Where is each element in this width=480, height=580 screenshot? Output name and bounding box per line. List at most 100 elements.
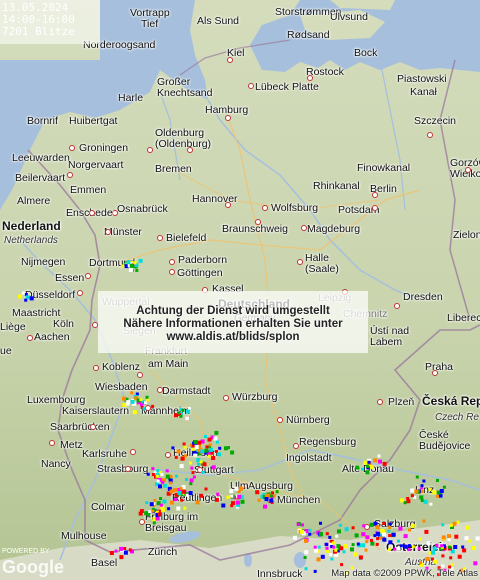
lightning-map[interactable]: Vortrapp Tief Als Sund Storstrømmen Ulvsund R… (0, 0, 480, 580)
lightning-strike (175, 474, 178, 478)
lightning-strike (391, 532, 396, 537)
lightning-strike (350, 547, 354, 552)
lightning-strike (353, 552, 358, 557)
lightning-strike (208, 447, 213, 452)
lightning-strike (217, 452, 222, 457)
lightning-strike (129, 263, 134, 268)
lightning-strike (410, 523, 415, 528)
lightning-strike (361, 467, 364, 471)
lightning-strike (442, 485, 446, 489)
lightning-strike (177, 411, 180, 415)
lightning-strike (304, 550, 309, 555)
lightning-strike (25, 295, 30, 300)
notice-line-1: Achtung der Dienst wird umgestellt (136, 305, 330, 317)
lightning-strike (407, 548, 411, 552)
lightning-strike (354, 533, 359, 538)
lightning-strike (191, 447, 195, 451)
lightning-strike (369, 522, 374, 527)
lightning-strike (423, 499, 428, 504)
map-copyright: Map data ©2009 PPWK, Tele Atlas (331, 568, 478, 579)
lightning-strike (432, 490, 437, 495)
lightning-strike (158, 484, 162, 489)
lightning-strike (382, 537, 387, 542)
lightning-strike (139, 398, 143, 402)
lightning-strike (155, 474, 159, 478)
lightning-strike (128, 548, 132, 552)
lightning-strike (304, 538, 308, 543)
lightning-strike (122, 396, 126, 401)
lightning-strike (179, 414, 183, 418)
lightning-strike (326, 550, 330, 553)
lightning-strike (207, 454, 211, 458)
lightning-strike (338, 523, 342, 527)
lightning-strike (375, 525, 380, 530)
lightning-strike (218, 446, 222, 450)
notice-url[interactable]: www.aldis.at/blids/splon (98, 331, 368, 344)
lightning-strike (308, 532, 312, 536)
powered-by-label: POWERED BY (2, 548, 50, 555)
lightning-strike (433, 559, 438, 564)
lightning-strike (185, 478, 188, 482)
lightning-strike (403, 544, 408, 549)
lightning-strike (420, 499, 424, 502)
lightning-strike (269, 494, 273, 498)
lightning-strike (221, 503, 226, 508)
lightning-strike (121, 264, 125, 268)
lightning-strike (230, 504, 234, 508)
lightning-strike (214, 497, 219, 502)
lightning-strike (415, 475, 419, 479)
lightning-strike (441, 554, 445, 558)
lightning-strike (419, 495, 424, 500)
lightning-strike (165, 469, 169, 473)
lightning-strike (182, 442, 186, 446)
lightning-strike (393, 547, 397, 551)
lightning-strike (185, 416, 190, 421)
lightning-strike (330, 557, 334, 561)
lightning-strike (457, 554, 462, 559)
lightning-strike (370, 541, 375, 546)
lightning-strike (193, 440, 198, 445)
lightning-strike (230, 494, 234, 498)
lightning-strike (447, 534, 451, 539)
lightning-strike (183, 445, 187, 449)
lightning-strike (208, 443, 212, 447)
lightning-strike (471, 546, 476, 550)
lightning-strike (449, 556, 453, 560)
lightning-strike (432, 546, 437, 551)
lightning-strike (329, 553, 333, 557)
lightning-strike (139, 509, 144, 514)
lightning-strike (114, 549, 118, 553)
lightning-strike (196, 458, 201, 463)
lightning-strike (313, 569, 317, 573)
lightning-strike (380, 528, 385, 533)
lightning-strike (366, 464, 369, 468)
lightning-strike (332, 545, 336, 549)
google-logo[interactable]: Google (2, 557, 64, 578)
lightning-strike (151, 467, 155, 471)
lightning-strike (334, 548, 338, 552)
lightning-strike (373, 458, 378, 463)
lightning-strike (200, 449, 205, 454)
lightning-strike (148, 510, 152, 514)
lightning-strike (351, 543, 355, 547)
lightning-strike (182, 489, 187, 494)
lightning-strike (363, 460, 368, 465)
lightning-strike (151, 404, 155, 408)
lightning-strike (189, 478, 194, 483)
lightning-strike (149, 502, 154, 507)
lightning-strike (408, 528, 411, 532)
lightning-strike (194, 453, 198, 457)
lightning-strike (376, 537, 380, 541)
lightning-strike (191, 471, 195, 475)
lightning-strike (257, 498, 261, 502)
lightning-strike (29, 296, 34, 301)
lightning-strike (229, 489, 234, 494)
lightning-strike (159, 503, 163, 507)
lightning-strike (181, 408, 185, 412)
lightning-strike (188, 491, 193, 495)
lightning-strike (441, 535, 446, 540)
lightning-strike (186, 409, 191, 414)
lightning-strike (344, 527, 349, 532)
lightning-strike (163, 483, 168, 488)
lightning-strike (17, 294, 22, 299)
